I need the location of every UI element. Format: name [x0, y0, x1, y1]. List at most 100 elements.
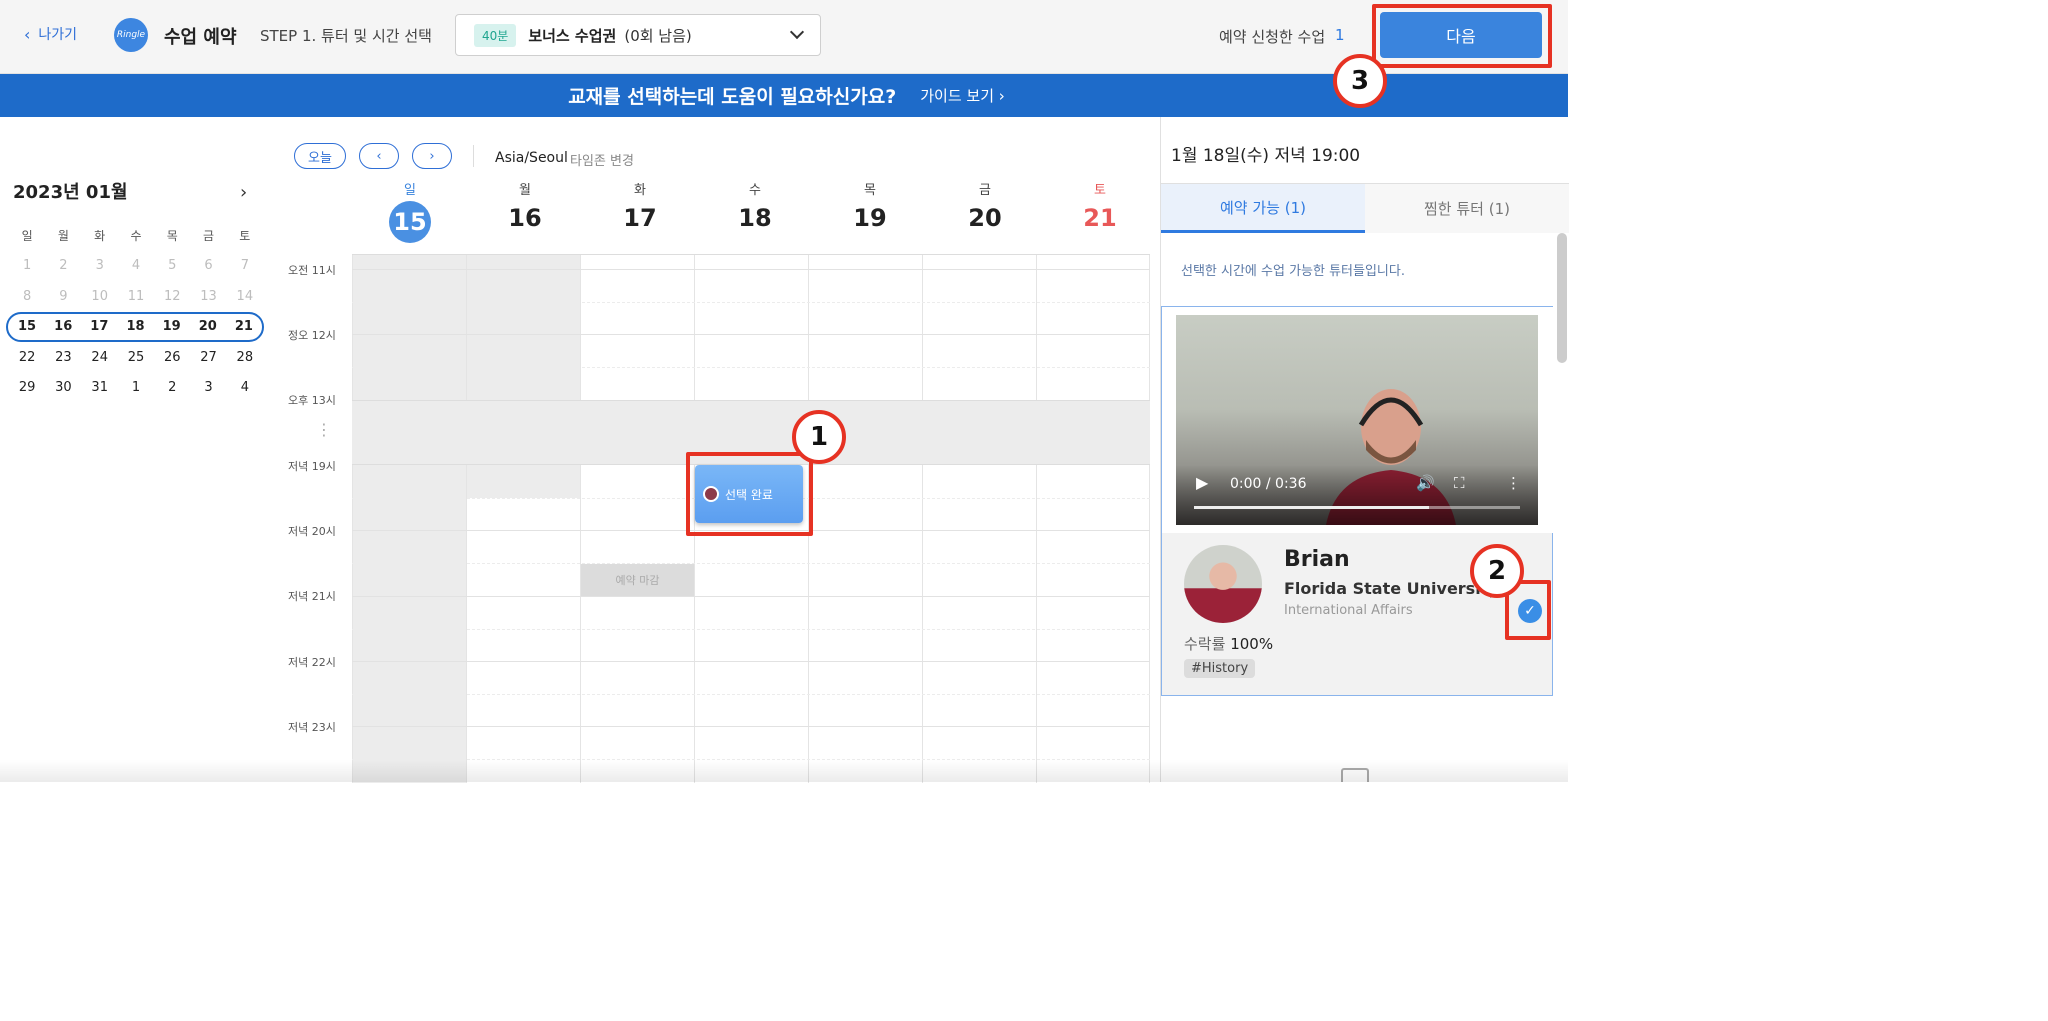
- day-of-week: 수: [749, 183, 761, 198]
- day-of-week: 화: [634, 183, 646, 198]
- day-header: 금 20: [928, 179, 1042, 232]
- time-label: 오전 11시: [288, 264, 336, 277]
- volume-icon[interactable]: 🔊: [1416, 474, 1435, 492]
- day-cell: 7: [240, 258, 249, 274]
- highlight-box-3: [1372, 4, 1552, 68]
- play-icon[interactable]: ▶: [1196, 473, 1208, 492]
- day-cell[interactable]: 27: [190, 350, 226, 365]
- day-cell[interactable]: 4: [227, 380, 263, 395]
- guide-link[interactable]: 가이드 보기 ›: [920, 85, 1005, 106]
- half-hour-line: [352, 563, 1150, 564]
- day-cell[interactable]: 24: [82, 350, 118, 365]
- day-cell: 14: [236, 288, 254, 304]
- day-cell[interactable]: 17: [81, 319, 117, 334]
- day-cell[interactable]: 21: [226, 319, 262, 334]
- weekday-row: 일 월 화 수 목 금 토: [9, 220, 263, 251]
- highlight-box-1: [686, 452, 813, 536]
- tutor-major: International Affairs: [1284, 603, 1413, 618]
- timezone-label: Asia/Seoul: [495, 150, 568, 166]
- banner-question: 교재를 선택하는데 도움이 필요하신가요?: [568, 86, 897, 108]
- day-cell[interactable]: 20: [190, 319, 226, 334]
- tutor-tabs: 예약 가능 (1) 찜한 튜터 (1): [1161, 183, 1569, 233]
- day-cell[interactable]: 19: [154, 319, 190, 334]
- day-cell[interactable]: 3: [190, 380, 226, 395]
- time-label: 저녁 19시: [288, 460, 336, 473]
- day-cell: 4: [131, 258, 141, 274]
- half-hour-line: [352, 629, 1150, 630]
- chevron-right-icon[interactable]: ›: [240, 182, 247, 203]
- hour-line: [352, 269, 1150, 270]
- video-time: 0:00 / 0:36: [1230, 476, 1307, 492]
- weekday-label: 일: [21, 228, 33, 243]
- weekday-label: 화: [94, 228, 106, 243]
- video-progress-bar[interactable]: [1194, 506, 1520, 509]
- day-header: 수 18: [698, 179, 812, 232]
- more-vertical-icon: ⋮: [316, 420, 332, 439]
- chevron-left-icon: ‹: [24, 24, 31, 44]
- next-week-button[interactable]: ›: [412, 143, 452, 169]
- hour-line: [352, 596, 1150, 597]
- day-cell[interactable]: 29: [9, 380, 45, 395]
- day-cell: 2: [59, 258, 68, 274]
- mini-calendar-grid: 일 월 화 수 목 금 토 1 2 3 4 5 6 7 8 9 10 11 12…: [6, 220, 264, 404]
- day-header: 일 15: [353, 179, 467, 243]
- tab-available[interactable]: 예약 가능 (1): [1161, 184, 1365, 233]
- prev-week-button[interactable]: ‹: [359, 143, 399, 169]
- timezone-change-link[interactable]: 타임존 변경: [570, 150, 634, 169]
- day-number: 17: [623, 204, 657, 232]
- top-bar: ‹ 나가기 Ringle 수업 예약 STEP 1. 튜터 및 시간 선택 40…: [0, 0, 1568, 74]
- panel-scrollbar[interactable]: [1557, 233, 1567, 363]
- chevron-left-icon: ‹: [376, 148, 382, 164]
- day-cell[interactable]: 22: [9, 350, 45, 365]
- day-cell[interactable]: 31: [82, 380, 118, 395]
- day-cell[interactable]: 28: [227, 350, 263, 365]
- day-of-week: 금: [979, 183, 991, 198]
- week-calendar: 오늘 ‹ › Asia/Seoul 타임존 변경 일 15 월 16 화 17 수 18…: [282, 117, 1160, 783]
- day-cell[interactable]: 16: [45, 319, 81, 334]
- tutor-video[interactable]: ▶ 0:00 / 0:36 🔊 ⛶ ⋮: [1176, 315, 1538, 525]
- day-cell[interactable]: 23: [45, 350, 81, 365]
- accept-rate-label: 수락률: [1184, 635, 1226, 653]
- day-header: 월 16: [468, 179, 582, 232]
- day-cell[interactable]: 2: [154, 380, 190, 395]
- day-cell[interactable]: 1: [118, 380, 154, 395]
- more-options-icon[interactable]: ⋮: [1506, 474, 1521, 492]
- day-number: 18: [738, 204, 772, 232]
- day-number: 16: [508, 204, 542, 232]
- day-cell: 8: [23, 288, 32, 304]
- day-cell: 3: [95, 258, 104, 274]
- closed-slot: 예약 마감: [581, 564, 694, 596]
- day-cell[interactable]: 25: [118, 350, 154, 365]
- chevron-right-icon: ›: [429, 148, 435, 164]
- day-cell[interactable]: 18: [117, 319, 153, 334]
- day-header: 화 17: [583, 179, 697, 232]
- day-header: 토 21: [1043, 179, 1157, 232]
- day-of-week: 토: [1094, 183, 1106, 198]
- time-label: 오후 13시: [288, 394, 336, 407]
- back-label: 나가기: [38, 27, 78, 43]
- tutor-card[interactable]: ▶ 0:00 / 0:36 🔊 ⛶ ⋮ Brian Florida State …: [1161, 306, 1554, 696]
- day-number: 21: [1083, 204, 1117, 232]
- fullscreen-icon[interactable]: ⛶: [1454, 474, 1465, 492]
- accept-rate-value: 100%: [1230, 635, 1274, 653]
- step-marker-1: 1: [792, 410, 846, 464]
- day-cell: 1: [23, 258, 32, 274]
- week-row: 29 30 31 1 2 3 4: [9, 373, 263, 404]
- available-note: 선택한 시간에 수업 가능한 튜터들입니다.: [1181, 264, 1405, 279]
- logo-text: Ringle: [116, 30, 146, 40]
- step-marker-2: 2: [1470, 544, 1524, 598]
- day-cell[interactable]: 15: [9, 319, 45, 334]
- back-link[interactable]: ‹ 나가기: [24, 24, 77, 44]
- day-cell: 6: [204, 258, 213, 274]
- week-row: 1 2 3 4 5 6 7: [9, 251, 263, 282]
- ticket-select[interactable]: 40분 보너스 수업권 (0회 남음): [455, 14, 821, 56]
- day-number: 20: [968, 204, 1002, 232]
- day-cell[interactable]: 26: [154, 350, 190, 365]
- day-cell: 11: [127, 288, 145, 304]
- selected-week-row[interactable]: 15 16 17 18 19 20 21: [6, 311, 264, 342]
- guide-label: 가이드 보기: [920, 87, 995, 105]
- tutor-name: Brian: [1284, 547, 1350, 572]
- today-button[interactable]: 오늘: [294, 143, 346, 169]
- day-cell[interactable]: 30: [45, 380, 81, 395]
- tab-favorite[interactable]: 찜한 튜터 (1): [1365, 184, 1569, 233]
